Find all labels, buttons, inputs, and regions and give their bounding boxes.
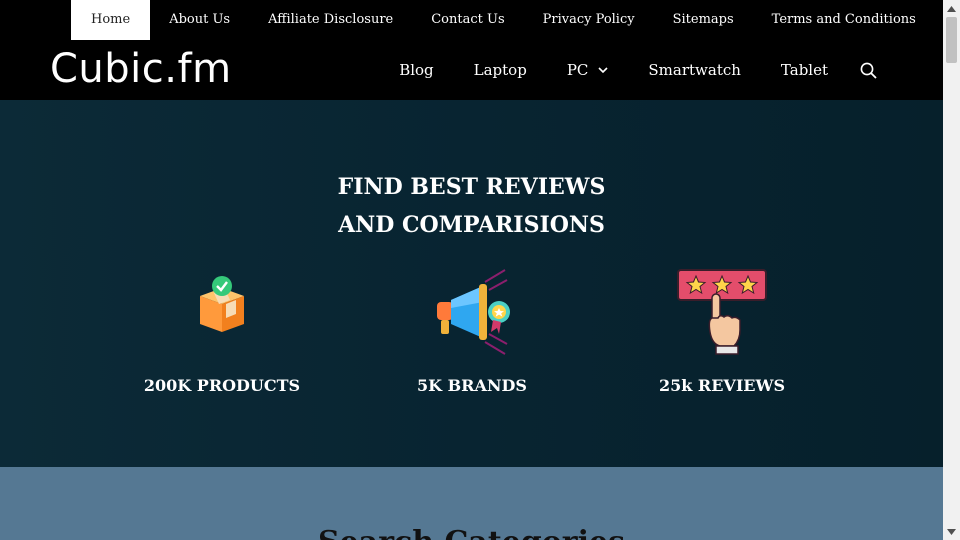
hero-title-line2: AND COMPARISIONS — [338, 212, 605, 238]
box-check-icon — [200, 276, 244, 332]
scroll-down-arrow-icon[interactable] — [943, 523, 960, 540]
categories-title: Search Categories — [0, 525, 943, 540]
hero-title-line1: FIND BEST REVIEWS — [337, 174, 606, 200]
topnav-about-us[interactable]: About Us — [150, 0, 249, 40]
stat-products-label: 200K PRODUCTS — [143, 376, 301, 395]
stat-products: 200K PRODUCTS — [97, 268, 347, 395]
topnav-privacy-policy[interactable]: Privacy Policy — [524, 0, 654, 40]
top-bar: Home About Us Affiliate Disclosure Conta… — [0, 0, 943, 40]
nav-item-tablet[interactable]: Tablet — [761, 61, 848, 79]
search-button[interactable] — [854, 62, 883, 79]
nav-item-blog[interactable]: Blog — [379, 61, 453, 79]
stat-reviews: 25k REVIEWS — [597, 268, 847, 395]
stat-brands-label: 5K BRANDS — [417, 376, 527, 395]
topnav-terms-and-conditions[interactable]: Terms and Conditions — [753, 0, 935, 40]
stat-reviews-label: 25k REVIEWS — [658, 376, 786, 395]
topnav-home[interactable]: Home — [71, 0, 151, 40]
megaphone-badge-icon — [437, 269, 510, 355]
hero-title: FIND BEST REVIEWS AND COMPARISIONS — [0, 168, 943, 244]
search-icon — [860, 62, 877, 79]
chevron-down-icon — [598, 66, 608, 74]
scroll-up-arrow-icon[interactable] — [943, 0, 960, 17]
site-logo[interactable]: Cubic.fm — [50, 46, 232, 92]
categories-section: Search Categories — [0, 467, 943, 540]
topnav-affiliate-disclosure[interactable]: Affiliate Disclosure — [249, 0, 412, 40]
nav-item-smartwatch[interactable]: Smartwatch — [628, 61, 761, 79]
main-nav: Blog Laptop PC Smartwatch Tablet — [379, 40, 883, 100]
vertical-scrollbar[interactable] — [943, 0, 960, 540]
nav-item-pc[interactable]: PC — [547, 61, 629, 79]
stat-brands: 5K BRANDS — [347, 268, 597, 395]
site-header: Cubic.fm Blog Laptop PC Smartwatch Table… — [0, 40, 943, 100]
nav-item-laptop[interactable]: Laptop — [454, 61, 547, 79]
page: Home About Us Affiliate Disclosure Conta… — [0, 0, 943, 540]
secondary-nav: Home About Us Affiliate Disclosure Conta… — [71, 0, 935, 40]
hero-section: FIND BEST REVIEWS AND COMPARISIONS 200K … — [0, 100, 943, 467]
star-rating-hand-icon — [677, 269, 767, 355]
topnav-contact-us[interactable]: Contact Us — [412, 0, 523, 40]
scrollbar-thumb[interactable] — [946, 17, 957, 63]
topnav-sitemaps[interactable]: Sitemaps — [654, 0, 753, 40]
nav-item-pc-label: PC — [566, 61, 589, 79]
